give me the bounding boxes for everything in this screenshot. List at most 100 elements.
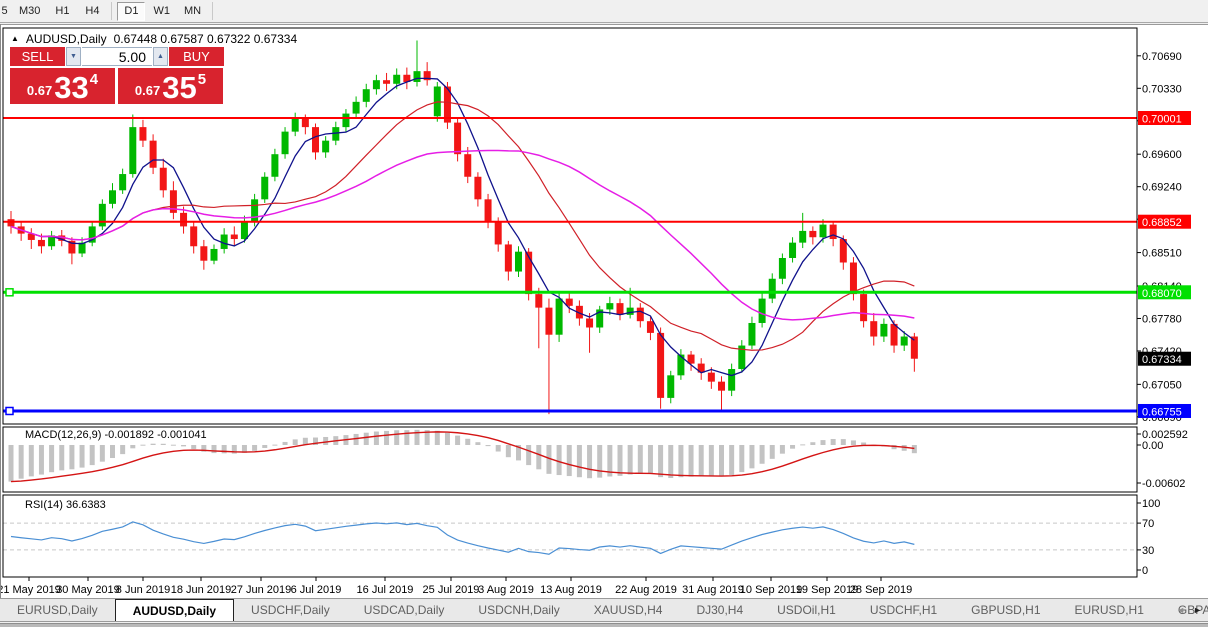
macd-histogram-bar [272,445,277,446]
macd-histogram-bar [821,440,826,445]
candle-body [160,168,167,191]
macd-histogram-bar [171,445,176,446]
date-tick-label: 30 May 2019 [56,584,120,596]
candle-body [139,127,146,141]
timeframe-button-5[interactable]: 5 [1,2,11,21]
ask-price-button[interactable]: 0.67 35 5 [118,68,223,104]
rsi-indicator-label: RSI(14) 36.6383 [25,499,106,511]
candle-body [586,318,593,327]
macd-histogram-bar [283,442,288,445]
date-tick-label: 27 Jun 2019 [231,584,292,596]
candle-body [860,294,867,321]
macd-histogram-bar [364,433,369,445]
spin-up-icon: ▲ [157,53,164,60]
candle-body [748,323,755,346]
candle-body [617,303,624,315]
macd-histogram-bar [709,445,714,476]
candle-body [525,252,532,294]
bid-price-button[interactable]: 0.67 33 4 [10,68,115,104]
tab-usdchf-h1[interactable]: USDCHF,H1 [853,599,954,621]
one-click-trading-panel: SELL ▼ ▲ BUY 0.67 33 4 0.67 35 [9,46,225,105]
candle-body [515,252,522,272]
tab-eurusd-h1[interactable]: EURUSD,H1 [1058,599,1161,621]
macd-histogram-bar [110,445,115,458]
macd-histogram-bar [536,445,541,469]
price-tick-label: 0.68510 [1142,248,1182,260]
macd-histogram-bar [618,445,623,476]
candle-body [718,382,725,391]
macd-histogram-bar [19,445,24,479]
tab-usdchf-daily[interactable]: USDCHF,Daily [234,599,347,621]
candle-body [637,308,644,322]
sell-button[interactable]: SELL [10,47,65,66]
volume-increase-button[interactable]: ▲ [153,47,168,66]
price-badge-label: 0.67334 [1142,354,1182,366]
candle-body [383,80,390,84]
price-chart-canvas[interactable]: 0.706900.703300.699700.696000.692400.688… [1,24,1208,598]
tab-eurusd-daily[interactable]: EURUSD,Daily [0,599,115,621]
macd-histogram-bar [49,445,54,472]
candle-body [342,114,349,128]
macd-histogram-bar [212,445,217,453]
macd-histogram-bar [455,436,460,445]
date-tick-label: 16 Jul 2019 [357,584,414,596]
candle-body [627,308,634,315]
buy-button[interactable]: BUY [169,47,224,66]
candle-body [799,231,806,243]
timeframe-toolbar: 5M30H1H4 D1W1MN [0,0,1208,23]
candle-body [8,219,15,226]
volume-input[interactable] [82,47,152,66]
candle-body [606,303,613,309]
macd-histogram-bar [496,445,501,452]
candle-body [870,321,877,336]
timeframe-button-MN[interactable]: MN [178,2,207,21]
macd-histogram-bar [252,445,257,451]
macd-histogram-bar [689,445,694,477]
tab-usdcad-daily[interactable]: USDCAD,Daily [347,599,462,621]
candle-body [261,177,268,200]
macd-histogram-bar [374,432,379,445]
macd-histogram-bar [69,445,74,469]
timeframe-button-D1[interactable]: D1 [117,2,145,21]
tab-usdcnh-daily[interactable]: USDCNH,Daily [461,599,576,621]
price-badge-label: 0.66755 [1142,406,1182,418]
candle-body [180,213,187,227]
volume-decrease-button[interactable]: ▼ [66,47,81,66]
macd-histogram-bar [770,445,775,459]
tab-scroll-right-icon[interactable]: ► [1193,605,1202,615]
macd-histogram-bar [435,431,440,445]
timeframe-button-M30[interactable]: M30 [13,2,46,21]
timeframe-button-W1[interactable]: W1 [147,2,176,21]
line-handle[interactable] [6,407,13,414]
macd-histogram-bar [29,445,34,476]
tab-usdoil-h1[interactable]: USDOil,H1 [760,599,853,621]
bid-prefix: 0.67 [27,83,52,98]
candle-body [271,154,278,177]
macd-histogram-bar [140,445,145,446]
line-handle[interactable] [6,289,13,296]
price-tick-label: 0.69240 [1142,182,1182,194]
candle-body [820,225,827,238]
tab-gbpusd-h1[interactable]: GBPUSD,H1 [954,599,1057,621]
tab-dj30-h4[interactable]: DJ30,H4 [679,599,760,621]
timeframe-button-H1[interactable]: H1 [48,2,76,21]
price-badge-label: 0.70001 [1142,114,1182,126]
price-tick-label: 0.69600 [1142,149,1182,161]
candle-body [292,118,299,132]
bid-pip-digit: 4 [90,71,98,88]
macd-histogram-bar [760,445,765,464]
macd-histogram-bar [404,430,409,445]
tab-audusd-daily[interactable]: AUDUSD,Daily [115,599,234,621]
tab-scroll-left-icon[interactable]: ◄ [1176,605,1185,615]
macd-histogram-bar [120,445,125,454]
price-badge-label: 0.68852 [1142,217,1182,229]
date-tick-label: 31 Aug 2019 [682,584,744,596]
macd-histogram-bar [151,444,156,445]
macd-histogram-bar [465,439,470,445]
collapse-arrow-icon[interactable]: ▲ [11,34,19,43]
tab-xauusd-h4[interactable]: XAUUSD,H4 [577,599,680,621]
price-tick-label: 0.70690 [1142,51,1182,63]
timeframe-button-H4[interactable]: H4 [78,2,106,21]
macd-histogram-bar [668,445,673,478]
macd-histogram-bar [90,445,95,465]
